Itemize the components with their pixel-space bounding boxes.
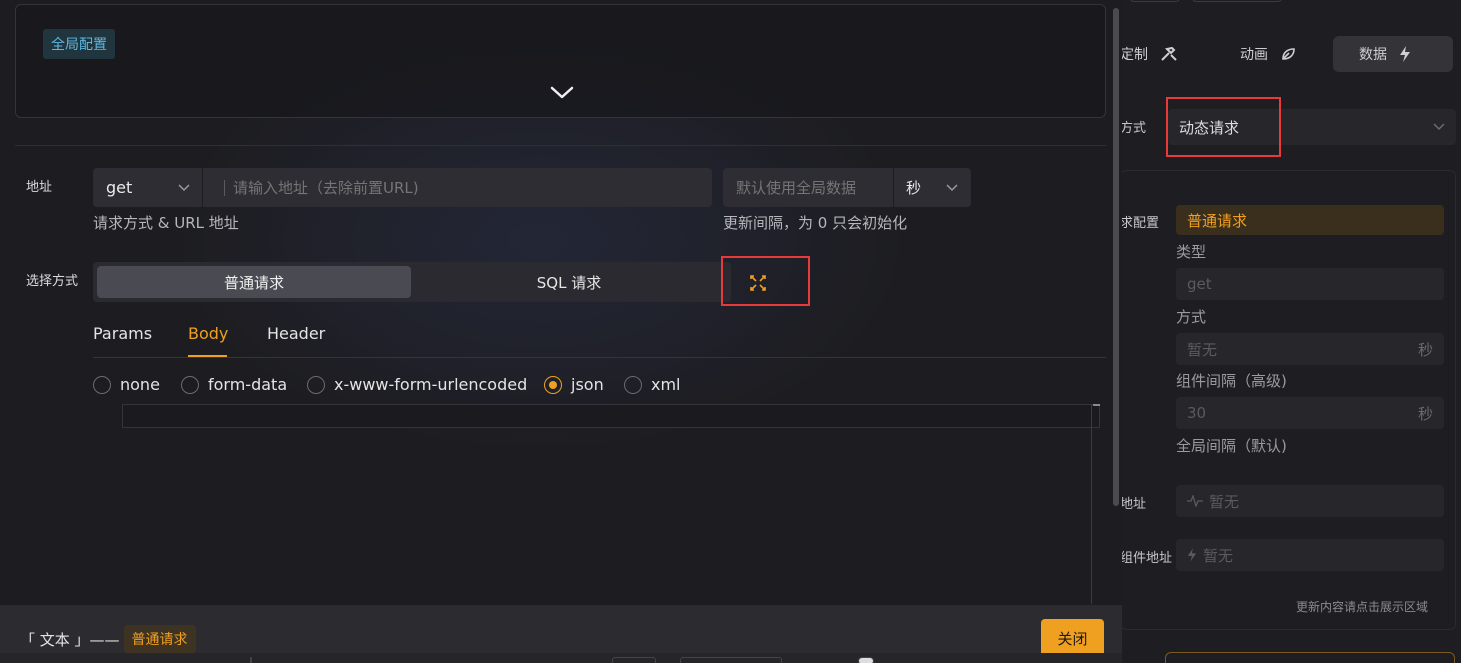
component-interval-field: 30 秒 xyxy=(1176,397,1444,429)
radio-none[interactable]: none xyxy=(93,375,160,394)
close-button[interactable]: 关闭 xyxy=(1041,619,1104,657)
method-select[interactable]: get xyxy=(93,168,203,207)
chevron-down-icon xyxy=(946,184,958,192)
interval-unit-select[interactable]: 秒 xyxy=(893,168,971,207)
chevron-down-icon xyxy=(178,184,190,192)
input-caret xyxy=(224,180,225,196)
tab-params[interactable]: Params xyxy=(93,324,152,343)
tab-data[interactable]: 数据 xyxy=(1333,36,1453,72)
config-badge: 普通请求 xyxy=(1176,205,1444,235)
update-hint: 更新内容请点击展示区域 xyxy=(1296,600,1429,614)
global-config-card[interactable]: 全局配置 xyxy=(15,4,1106,118)
scrollbar-thumb[interactable] xyxy=(1113,8,1119,506)
radio-form-data[interactable]: form-data xyxy=(181,375,287,394)
component-interval-label: 组件间隔（高级) xyxy=(1176,372,1287,390)
bolt-icon xyxy=(1400,46,1410,62)
url-input[interactable] xyxy=(233,168,703,207)
component-address-field: 暂无 xyxy=(1176,539,1444,571)
mode-label: 方式 xyxy=(1176,308,1207,326)
radio-circle xyxy=(307,375,325,394)
normal-request-option[interactable]: 普通请求 xyxy=(97,266,411,298)
type-field: get xyxy=(1176,268,1444,300)
editor-border xyxy=(1091,404,1092,604)
request-mode-select[interactable]: 动态请求 xyxy=(1168,109,1456,145)
pulse-icon xyxy=(1187,495,1203,507)
sql-request-option[interactable]: SQL 请求 xyxy=(411,266,727,298)
bottom-field[interactable] xyxy=(1165,652,1455,663)
radio-circle xyxy=(544,375,562,394)
interval-input-group: 秒 xyxy=(723,168,971,207)
toolbar-button[interactable] xyxy=(612,657,656,663)
interval-input[interactable] xyxy=(723,168,893,207)
bolt-icon xyxy=(1187,548,1197,562)
editor-resize-handle[interactable] xyxy=(1093,404,1100,406)
global-config-tag: 全局配置 xyxy=(43,29,115,59)
leaf-icon xyxy=(1282,48,1295,60)
address-label: 地址 xyxy=(1120,497,1147,512)
radio-circle xyxy=(93,375,111,394)
top-button[interactable] xyxy=(1192,0,1282,2)
select-mode-label: 选择方式 xyxy=(26,274,79,289)
divider xyxy=(15,145,1106,146)
seconds-unit: 秒 xyxy=(1417,340,1433,359)
tab-body[interactable]: Body xyxy=(188,324,228,343)
zoom-field[interactable] xyxy=(680,657,782,663)
data-source-modal: 全局配置 地址 get 秒 请求方式 & URL 地址 更新间隔，为 0 只会初… xyxy=(0,0,1122,663)
global-interval-label: 全局间隔（默认) xyxy=(1176,437,1287,455)
address-input-group: get xyxy=(93,168,712,207)
data-settings-panel: 定制 动画 数据 方式 动态请求 求配置 普通请求 类型 get 方式 暂无 秒… xyxy=(1120,0,1461,663)
request-mode-segmented: 普通请求 SQL 请求 xyxy=(93,262,731,302)
top-button[interactable] xyxy=(1130,0,1180,2)
divider xyxy=(93,357,1106,358)
mode-field: 暂无 秒 xyxy=(1176,333,1444,365)
footer-title: 「 文本 」—— 普通请求 xyxy=(20,625,196,653)
panel-tabs: 定制 动画 数据 xyxy=(1120,36,1461,76)
request-mode-label: 方式 xyxy=(1120,121,1147,136)
seconds-unit: 秒 xyxy=(1417,404,1433,423)
config-label: 求配置 xyxy=(1120,216,1160,231)
tab-header[interactable]: Header xyxy=(267,324,325,343)
tab-customize[interactable]: 定制 xyxy=(1120,36,1178,72)
request-type-badge: 普通请求 xyxy=(123,625,196,653)
body-editor[interactable] xyxy=(122,404,1100,428)
interval-helper-text: 更新间隔，为 0 只会初始化 xyxy=(723,214,908,232)
modal-footer: 「 文本 」—— 普通请求 关闭 xyxy=(0,605,1122,663)
radio-xml[interactable]: xml xyxy=(624,375,681,394)
tab-animation[interactable]: 动画 xyxy=(1240,36,1296,72)
slider-handle[interactable] xyxy=(858,657,874,663)
address-label: 地址 xyxy=(26,180,53,195)
method-helper-text: 请求方式 & URL 地址 xyxy=(93,214,239,232)
fullscreen-icon[interactable] xyxy=(745,271,771,295)
tools-icon xyxy=(1161,46,1177,61)
address-field: 暂无 xyxy=(1176,485,1444,517)
radio-json[interactable]: json xyxy=(544,375,604,394)
chevron-down-icon xyxy=(1433,123,1445,131)
radio-x-www-form-urlencoded[interactable]: x-www-form-urlencoded xyxy=(307,375,527,394)
divider xyxy=(250,657,252,663)
component-address-label: 组件地址 xyxy=(1120,551,1173,566)
status-strip xyxy=(0,653,1122,663)
radio-circle xyxy=(624,375,642,394)
radio-circle xyxy=(181,375,199,394)
type-label: 类型 xyxy=(1176,243,1207,261)
chevron-down-icon[interactable] xyxy=(547,83,577,101)
